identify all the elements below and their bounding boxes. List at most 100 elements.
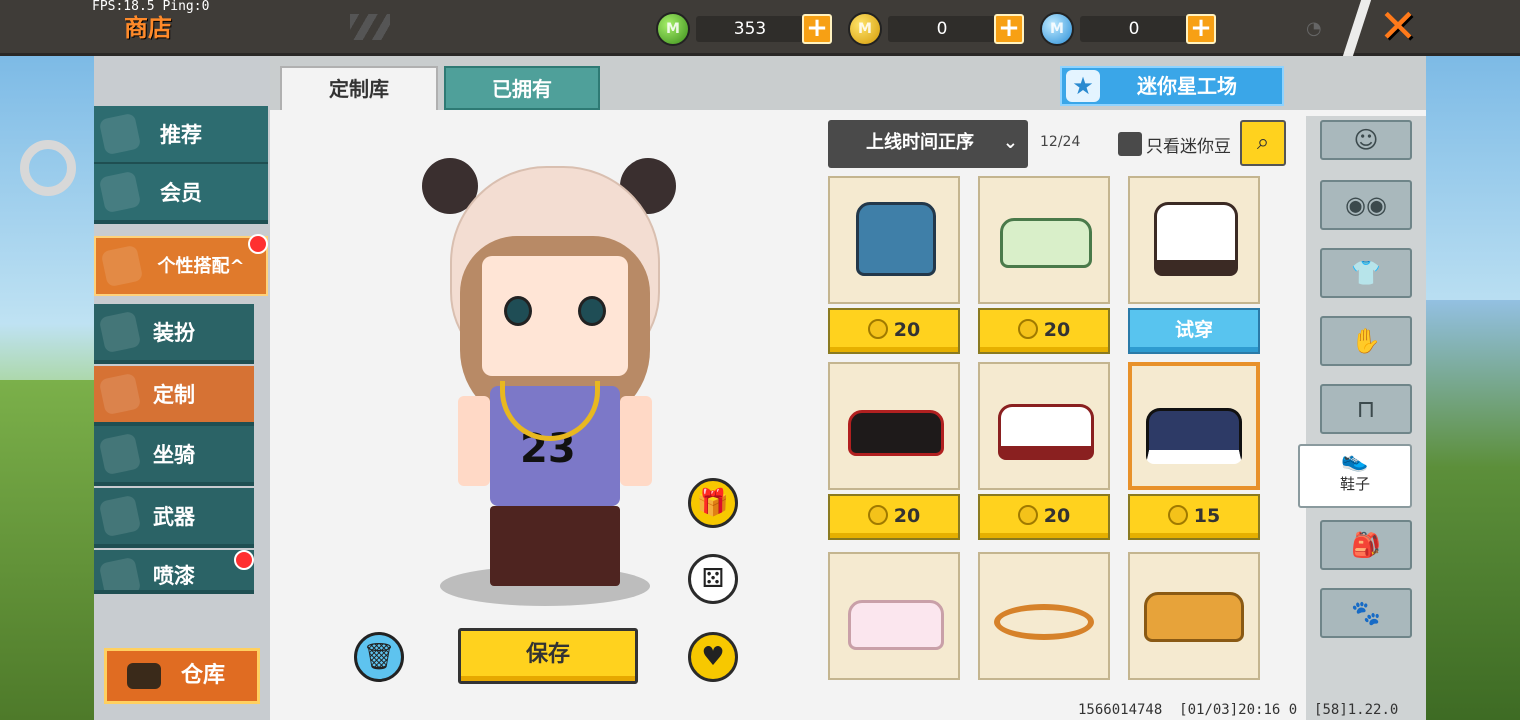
search-button[interactable]: ⌕ xyxy=(1240,120,1286,166)
item-price-button[interactable]: 20 xyxy=(828,494,960,540)
character-eye-right xyxy=(578,296,606,326)
sidebar-item-weapon[interactable]: 武器 xyxy=(94,488,254,548)
pants-icon: ⊓ xyxy=(1356,395,1376,423)
gem-count: 353 xyxy=(696,16,804,42)
add-coins-button[interactable]: + xyxy=(994,14,1024,44)
notification-dot xyxy=(234,550,254,570)
face-icon: ☺ xyxy=(1353,126,1379,154)
sidebar-item-mount[interactable]: 坐骑 xyxy=(94,426,254,486)
save-button[interactable]: 保存 xyxy=(458,628,638,684)
sidebar-item-membership[interactable]: 会员 xyxy=(94,164,268,224)
sidebar-item-custom[interactable]: 定制 xyxy=(94,366,254,426)
backpack-icon: 🎒 xyxy=(1351,531,1381,559)
item-card[interactable]: 20 xyxy=(978,176,1110,354)
coin-icon xyxy=(867,505,888,525)
trash-icon: 🗑 xyxy=(362,642,396,672)
revolver-icon xyxy=(98,494,142,538)
tab-owned[interactable]: 已拥有 xyxy=(444,66,600,110)
sidebar-item-recommend[interactable]: 推荐 xyxy=(94,106,268,166)
main-panel: 定制库 已拥有 ★ 迷你星工场 23 🎁 ⚄ ♥ 🗑 保存 上线时间正序 ⌄ 1… xyxy=(270,56,1426,720)
item-price-button[interactable]: 20 xyxy=(828,308,960,354)
item-image-gold-cuffs[interactable] xyxy=(1128,552,1260,680)
sidebar: 推荐 会员 个性搭配^ 装扮 定制 坐骑 武器 喷漆 仓库 xyxy=(94,56,270,720)
background-hill-left xyxy=(0,380,100,720)
item-image-gold-anklets[interactable] xyxy=(978,552,1110,680)
category-label: 鞋子 xyxy=(1339,475,1370,493)
item-card[interactable]: 试穿 xyxy=(1128,176,1260,354)
item-price-button[interactable]: 20 xyxy=(978,308,1110,354)
divider xyxy=(1342,0,1372,56)
sidebar-item-label: 装扮 xyxy=(153,321,195,345)
random-button[interactable]: ⚄ xyxy=(688,554,738,604)
character-pants xyxy=(490,506,620,586)
item-image-navy-sneakers-selected[interactable] xyxy=(1128,362,1260,490)
decorative-stripe xyxy=(350,14,390,40)
page-title: 商店 xyxy=(124,14,172,42)
mask-icon: ◉◉ xyxy=(1345,191,1387,219)
category-pants[interactable]: ⊓ xyxy=(1320,384,1412,434)
warehouse-label: 仓库 xyxy=(181,663,226,688)
category-shirt[interactable]: 👕 xyxy=(1320,248,1412,298)
add-gems-button[interactable]: + xyxy=(802,14,832,44)
coin-icon xyxy=(1017,505,1038,525)
item-image-white-red-boots[interactable] xyxy=(978,362,1110,490)
item-card[interactable] xyxy=(978,552,1110,680)
heart-icon: ♥ xyxy=(701,642,725,672)
category-pet[interactable]: 🐾 xyxy=(1320,588,1412,638)
item-card[interactable]: 20 xyxy=(828,362,960,540)
workshop-label: 迷你星工场 xyxy=(1137,74,1237,98)
sidebar-item-dressup[interactable]: 装扮 xyxy=(94,304,254,364)
item-card[interactable]: 20 xyxy=(978,362,1110,540)
search-icon: ⌕ xyxy=(1256,130,1270,155)
tab-custom-library[interactable]: 定制库 xyxy=(280,66,438,110)
tab-bar: 定制库 已拥有 ★ 迷你星工场 xyxy=(270,56,1426,110)
category-backpack[interactable]: 🎒 xyxy=(1320,520,1412,570)
character-eye-left xyxy=(504,296,532,326)
character-preview[interactable]: 23 xyxy=(420,156,680,616)
warehouse-button[interactable]: 仓库 xyxy=(104,648,260,704)
footer-info: 1566014748 [01/03]20:16 0 [58]1.22.0 xyxy=(1078,702,1399,718)
character-arm-left xyxy=(458,396,490,486)
coin-icon xyxy=(1167,505,1188,525)
item-image-green-sandals[interactable] xyxy=(978,176,1110,304)
mini-workshop-button[interactable]: ★ 迷你星工场 xyxy=(1060,66,1284,106)
add-mini-beans-button[interactable]: + xyxy=(1186,14,1216,44)
category-face[interactable]: ☺ xyxy=(1320,120,1412,160)
gift-button[interactable]: 🎁 xyxy=(688,478,738,528)
item-image-blue-boots[interactable] xyxy=(828,176,960,304)
close-button[interactable]: ✕ xyxy=(1368,0,1428,52)
character-arm-right xyxy=(620,396,652,486)
item-price-button[interactable]: 20 xyxy=(978,494,1110,540)
item-card[interactable] xyxy=(1128,552,1260,680)
item-image-red-black-shoes[interactable] xyxy=(828,362,960,490)
delete-button[interactable]: 🗑 xyxy=(354,632,404,682)
sidebar-item-label: 会员 xyxy=(160,181,202,205)
only-mini-bean-checkbox[interactable] xyxy=(1118,132,1142,156)
category-mask[interactable]: ◉◉ xyxy=(1320,180,1412,230)
membership-icon xyxy=(98,170,142,214)
item-card[interactable]: 20 xyxy=(828,176,960,354)
sidebar-item-outfit[interactable]: 个性搭配^ xyxy=(94,236,268,296)
try-on-button[interactable]: 试穿 xyxy=(1128,308,1260,354)
sidebar-item-label: 喷漆 xyxy=(153,564,195,588)
sort-dropdown[interactable]: 上线时间正序 ⌄ xyxy=(828,120,1028,168)
favorite-button[interactable]: ♥ xyxy=(688,632,738,682)
mini-bean-icon: M xyxy=(1040,12,1074,46)
chevron-up-icon: ^ xyxy=(229,256,245,277)
item-image-white-socks-shoes[interactable] xyxy=(1128,176,1260,304)
item-price-button[interactable]: 15 xyxy=(1128,494,1260,540)
sidebar-item-spray[interactable]: 喷漆 xyxy=(94,550,254,594)
background-hill-right xyxy=(1420,300,1520,720)
shirt-icon xyxy=(98,310,142,354)
item-card[interactable]: 15 xyxy=(1128,362,1260,540)
character-face xyxy=(482,256,628,376)
item-card[interactable] xyxy=(828,552,960,680)
star-icon: ★ xyxy=(1066,70,1100,102)
category-shoes[interactable]: 👟 鞋子 xyxy=(1298,444,1412,508)
item-image-flower-sandals[interactable] xyxy=(828,552,960,680)
pencil-icon xyxy=(98,372,142,416)
chest-icon xyxy=(127,663,161,689)
category-gloves[interactable]: ✋ xyxy=(1320,316,1412,366)
sidebar-item-label: 定制 xyxy=(153,383,195,407)
spray-can-icon xyxy=(98,556,142,590)
